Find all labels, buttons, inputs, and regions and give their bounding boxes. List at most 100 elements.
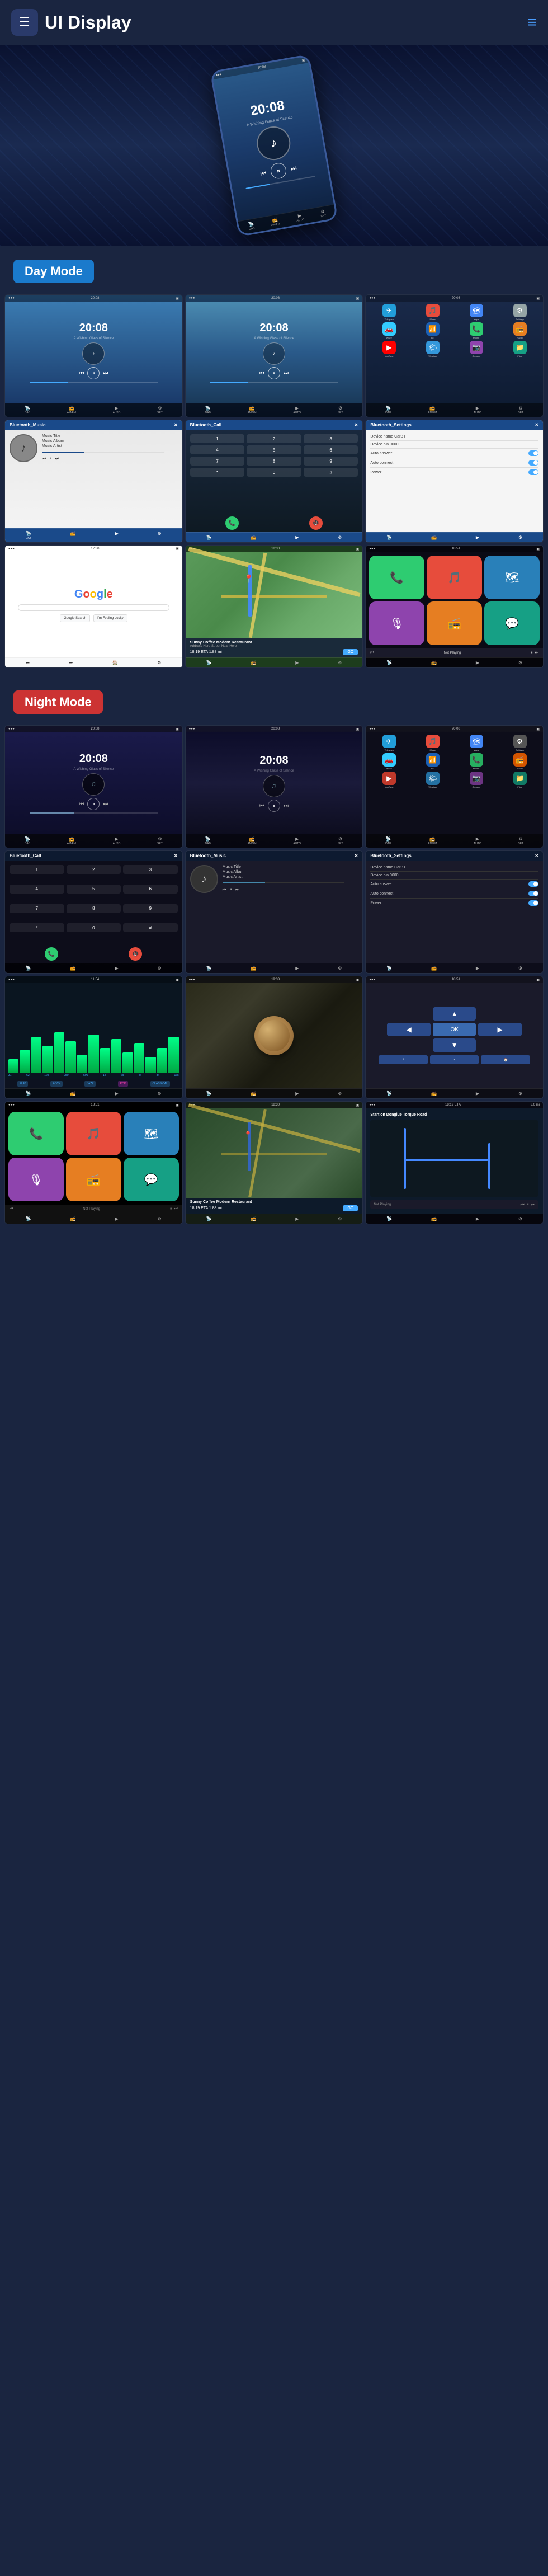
app-waze[interactable]: 🚗Waze xyxy=(368,322,410,339)
ndial-2[interactable]: 2 xyxy=(67,865,121,874)
napp-bt[interactable]: 📶BT xyxy=(412,753,453,770)
navi-btn-home[interactable]: 🏠 xyxy=(481,1055,530,1064)
ndial-6[interactable]: 6 xyxy=(123,885,178,894)
hero-play-icon[interactable]: ⏸ xyxy=(270,162,287,180)
ndial-0[interactable]: 0 xyxy=(67,923,121,932)
ncall-end[interactable]: 📵 xyxy=(129,947,142,961)
nm1-prev[interactable]: ⏮ xyxy=(79,801,84,807)
google-lucky-button[interactable]: I'm Feeling Lucky xyxy=(93,614,127,622)
go-button[interactable]: GO xyxy=(343,649,358,655)
dial-star[interactable]: * xyxy=(190,468,245,477)
napp-radio[interactable]: 📻Radio xyxy=(499,753,541,770)
hero-prev-icon[interactable]: ⏮ xyxy=(259,169,267,178)
dial-5[interactable]: 5 xyxy=(247,445,301,454)
ndial-5[interactable]: 5 xyxy=(67,885,121,894)
auto-connect-toggle[interactable] xyxy=(528,460,538,466)
eq-btn-classical[interactable]: CLASSICAL xyxy=(150,1081,171,1087)
napp-maps[interactable]: 🗺Maps xyxy=(455,735,497,751)
navi-btn-zoom-in[interactable]: + xyxy=(379,1055,428,1064)
ndial-8[interactable]: 8 xyxy=(67,904,121,913)
setting-power[interactable]: Power xyxy=(370,468,538,477)
eq-btn-flat[interactable]: FLAT xyxy=(17,1081,29,1087)
eq-btn-jazz[interactable]: JAZZ xyxy=(84,1081,96,1087)
s1-next[interactable]: ⏭ xyxy=(103,370,108,377)
navi-arrow-right[interactable]: ▶ xyxy=(478,1023,522,1036)
navi-arrow-up[interactable]: ▲ xyxy=(433,1007,476,1021)
dial-3[interactable]: 3 xyxy=(304,434,358,443)
power-toggle[interactable] xyxy=(528,469,538,475)
ncp-phone[interactable]: 📞 xyxy=(8,1112,64,1155)
nm1-play[interactable]: ⏸ xyxy=(87,798,100,810)
ncp-radio[interactable]: 📻 xyxy=(66,1158,121,1201)
setting-auto-connect[interactable]: Auto connect xyxy=(370,458,538,468)
nav-amfm[interactable]: 📻AM/FM xyxy=(270,217,281,227)
auto-answer-toggle[interactable] xyxy=(528,450,538,456)
s2-play[interactable]: ⏸ xyxy=(268,367,280,379)
google-search-box[interactable] xyxy=(18,604,169,611)
napp-youtube[interactable]: ▶YouTube xyxy=(368,772,410,788)
dial-hash[interactable]: # xyxy=(304,468,358,477)
cp-messages[interactable]: 💬 xyxy=(484,601,540,645)
nauto-connect-toggle[interactable] xyxy=(528,891,538,896)
ncall-accept[interactable]: 📞 xyxy=(45,947,58,961)
setting-auto-answer[interactable]: Auto answer xyxy=(370,449,538,458)
nm1-next[interactable]: ⏭ xyxy=(103,801,108,807)
ndial-9[interactable]: 9 xyxy=(123,904,178,913)
cp-music[interactable]: 🎵 xyxy=(427,556,482,599)
napp-music[interactable]: 🎵Music xyxy=(412,735,453,751)
call-end[interactable]: 📵 xyxy=(309,516,323,530)
cp-podcast[interactable]: 🎙 xyxy=(369,601,424,645)
menu-icon[interactable]: ≡ xyxy=(528,13,537,31)
app-weather[interactable]: 🌤Weather xyxy=(412,341,453,358)
app-camera[interactable]: 📷Camera xyxy=(455,341,497,358)
ndial-1[interactable]: 1 xyxy=(10,865,64,874)
dial-6[interactable]: 6 xyxy=(304,445,358,454)
dial-1[interactable]: 1 xyxy=(190,434,245,443)
s1-play[interactable]: ⏸ xyxy=(87,367,100,379)
app-settings[interactable]: ⚙Settings xyxy=(499,304,541,321)
ndial-hash[interactable]: # xyxy=(123,923,178,932)
ndial-3[interactable]: 3 xyxy=(123,865,178,874)
hero-next-icon[interactable]: ⏭ xyxy=(290,163,297,173)
app-phone[interactable]: 📞Phone xyxy=(455,322,497,339)
napp-settings[interactable]: ⚙Settings xyxy=(499,735,541,751)
nsetting-power[interactable]: Power xyxy=(370,899,538,908)
navi-arrow-left[interactable]: ◀ xyxy=(387,1023,431,1036)
dial-0[interactable]: 0 xyxy=(247,468,301,477)
ndial-star[interactable]: * xyxy=(10,923,64,932)
navi-btn-zoom-out[interactable]: - xyxy=(430,1055,479,1064)
napp-weather[interactable]: 🌤Weather xyxy=(412,772,453,788)
ndial-7[interactable]: 7 xyxy=(10,904,64,913)
nauto-answer-toggle[interactable] xyxy=(528,881,538,887)
navi-arrow-center[interactable]: OK xyxy=(433,1023,476,1036)
nm2-next[interactable]: ⏭ xyxy=(284,803,289,809)
app-music[interactable]: 🎵Music xyxy=(412,304,453,321)
dial-4[interactable]: 4 xyxy=(190,445,245,454)
nav-auto[interactable]: ▶AUTO xyxy=(295,213,304,223)
app-bt[interactable]: 📶BT xyxy=(412,322,453,339)
nm2-prev[interactable]: ⏮ xyxy=(259,803,264,809)
nav-set[interactable]: ⚙SET xyxy=(319,209,326,218)
ncp-podcast[interactable]: 🎙 xyxy=(8,1158,64,1201)
app-telegram[interactable]: ✈Telegram xyxy=(368,304,410,321)
ndial-4[interactable]: 4 xyxy=(10,885,64,894)
napp-files[interactable]: 📁Files xyxy=(499,772,541,788)
dial-8[interactable]: 8 xyxy=(247,457,301,466)
navi-arrow-down[interactable]: ▼ xyxy=(433,1038,476,1052)
s2-next[interactable]: ⏭ xyxy=(284,370,289,377)
nsetting-auto-answer[interactable]: Auto answer xyxy=(370,880,538,889)
dial-9[interactable]: 9 xyxy=(304,457,358,466)
napp-phone[interactable]: 📞Phone xyxy=(455,753,497,770)
napp-telegram[interactable]: ✈Telegram xyxy=(368,735,410,751)
app-youtube[interactable]: ▶YouTube xyxy=(368,341,410,358)
app-radio[interactable]: 📻Radio xyxy=(499,322,541,339)
dial-2[interactable]: 2 xyxy=(247,434,301,443)
napp-camera[interactable]: 📷Camera xyxy=(455,772,497,788)
ncp-maps[interactable]: 🗺 xyxy=(124,1112,179,1155)
app-maps[interactable]: 🗺Maps xyxy=(455,304,497,321)
npower-toggle[interactable] xyxy=(528,900,538,906)
napp-waze[interactable]: 🚗Waze xyxy=(368,753,410,770)
ncp-messages[interactable]: 💬 xyxy=(124,1158,179,1201)
ngo-button[interactable]: GO xyxy=(343,1205,358,1211)
nsetting-auto-connect[interactable]: Auto connect xyxy=(370,889,538,899)
